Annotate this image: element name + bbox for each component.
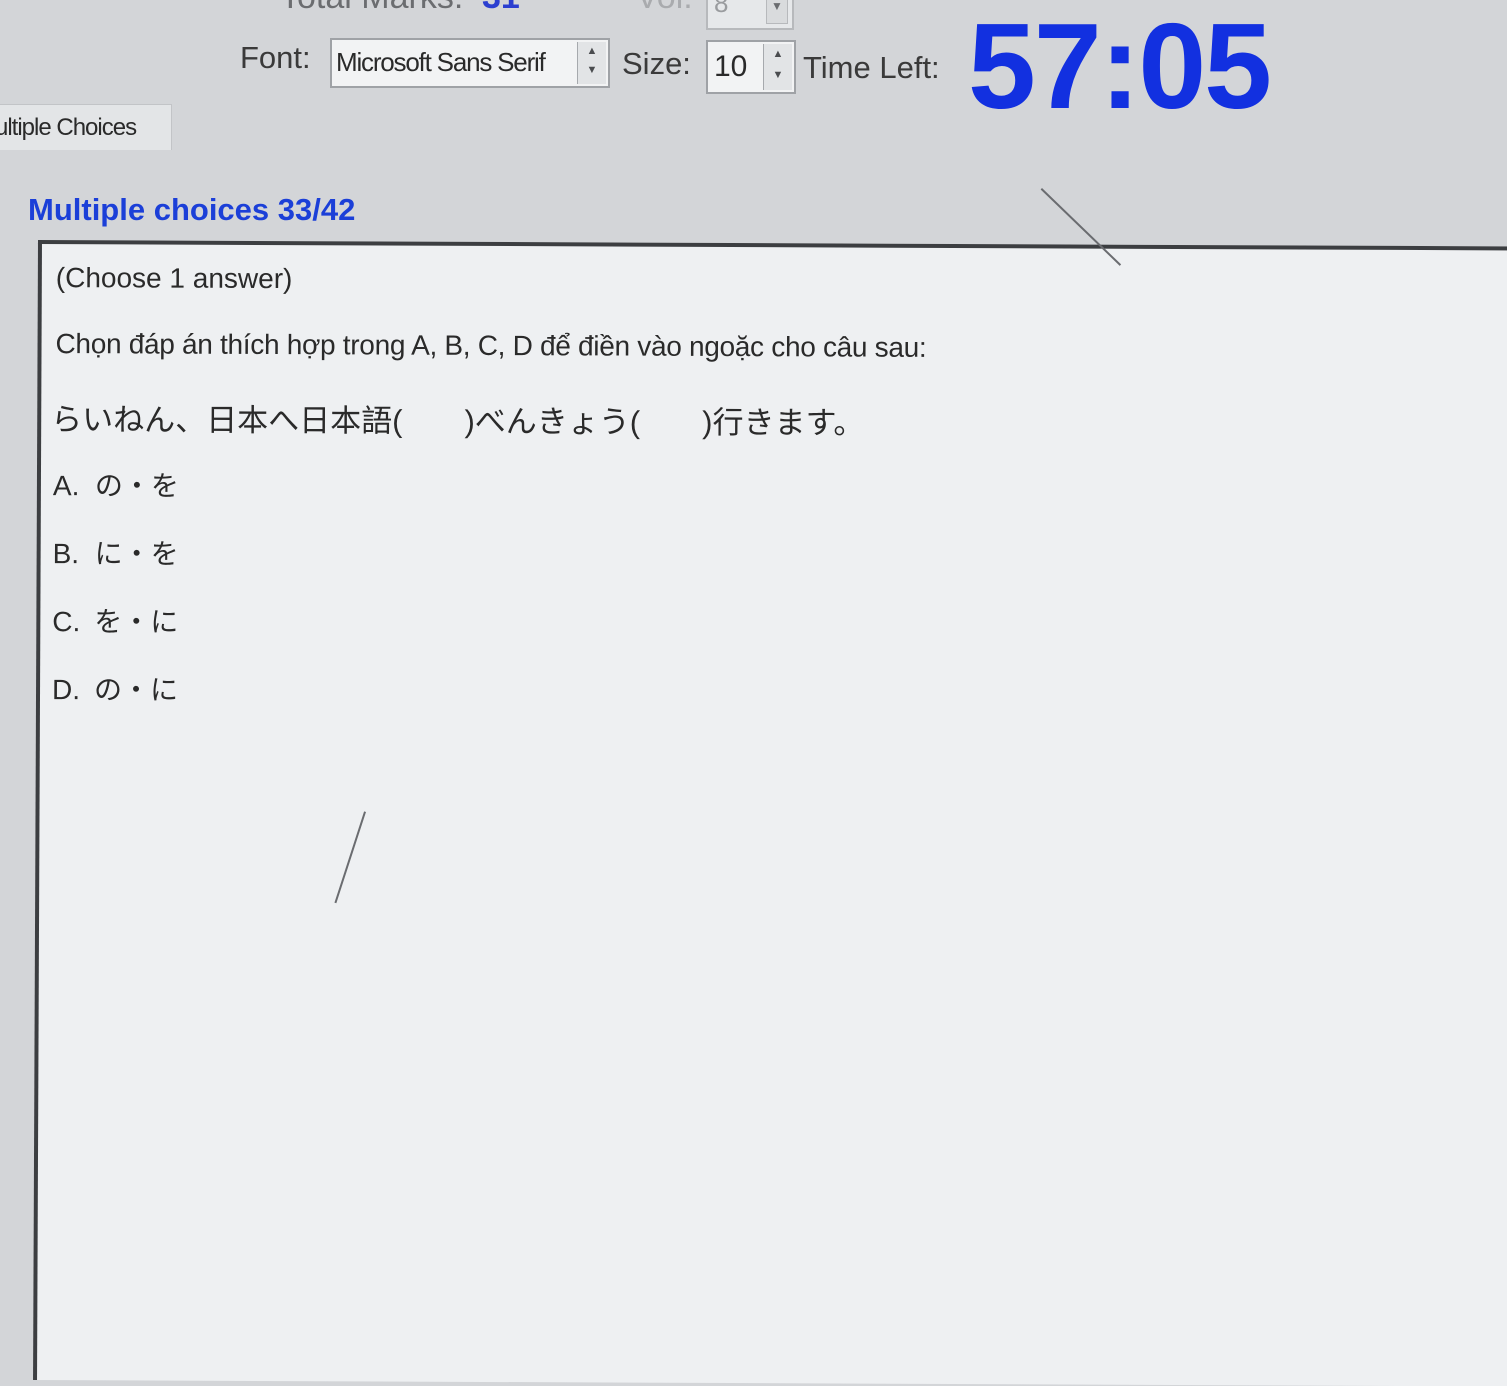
question-instruction: (Choose 1 answer): [55, 262, 293, 295]
question-panel: (Choose 1 answer) Chọn đáp án thích hợp …: [33, 240, 1507, 1386]
option-letter: D.: [51, 674, 81, 706]
font-size-value[interactable]: 10: [714, 50, 747, 84]
font-spin-buttons[interactable]: ▲ ▼: [577, 42, 606, 84]
total-marks-value: 31: [482, 0, 520, 17]
option-text: に・を: [94, 538, 179, 570]
tab-multiple-choices[interactable]: ultiple Choices: [0, 104, 172, 150]
option-c[interactable]: C. を・に: [52, 600, 178, 641]
chevron-down-icon[interactable]: ▼: [766, 0, 788, 24]
option-letter: B.: [52, 538, 80, 570]
font-value: Microsoft Sans Serif: [336, 47, 546, 77]
size-label: Size:: [622, 46, 691, 81]
size-spin-buttons[interactable]: ▲ ▼: [763, 44, 792, 90]
spin-down-icon[interactable]: ▼: [578, 61, 606, 80]
option-letter: A.: [52, 470, 80, 502]
option-a[interactable]: A. の・を: [53, 464, 179, 505]
option-d[interactable]: D. の・に: [52, 668, 178, 709]
question-sentence: らいねん、日本へ日本語( )べんきょう( )行きます。: [51, 402, 865, 441]
font-label: Font:: [240, 40, 311, 75]
font-selector[interactable]: Microsoft Sans Serif ▲ ▼: [330, 38, 610, 88]
countdown-timer: 57:05: [968, 0, 1272, 134]
spin-down-icon[interactable]: ▼: [764, 65, 792, 86]
total-marks-label: Total Marks:: [280, 0, 463, 17]
option-text: の・を: [94, 470, 180, 502]
option-text: の・に: [93, 674, 179, 706]
exam-toolbar: Total Marks: 31 Vol: 8 ▼ Font: Microsoft…: [0, 0, 1507, 170]
question-prompt: Chọn đáp án thích hợp trong A, B, C, D đ…: [55, 328, 927, 363]
section-title: Multiple choices 33/42: [28, 192, 356, 227]
spin-up-icon[interactable]: ▲: [764, 44, 792, 65]
time-left-label: Time Left:: [803, 50, 940, 85]
option-b[interactable]: B. に・を: [53, 532, 179, 573]
option-letter: C.: [52, 606, 81, 638]
volume-label: Vol:: [636, 0, 693, 17]
volume-value: 8: [714, 0, 729, 18]
font-size-stepper[interactable]: 10 ▲ ▼: [706, 40, 796, 94]
volume-select[interactable]: 8 ▼: [706, 0, 794, 30]
spin-up-icon[interactable]: ▲: [578, 42, 606, 61]
option-text: を・に: [94, 606, 179, 638]
tab-label: ultiple Choices: [0, 114, 137, 141]
